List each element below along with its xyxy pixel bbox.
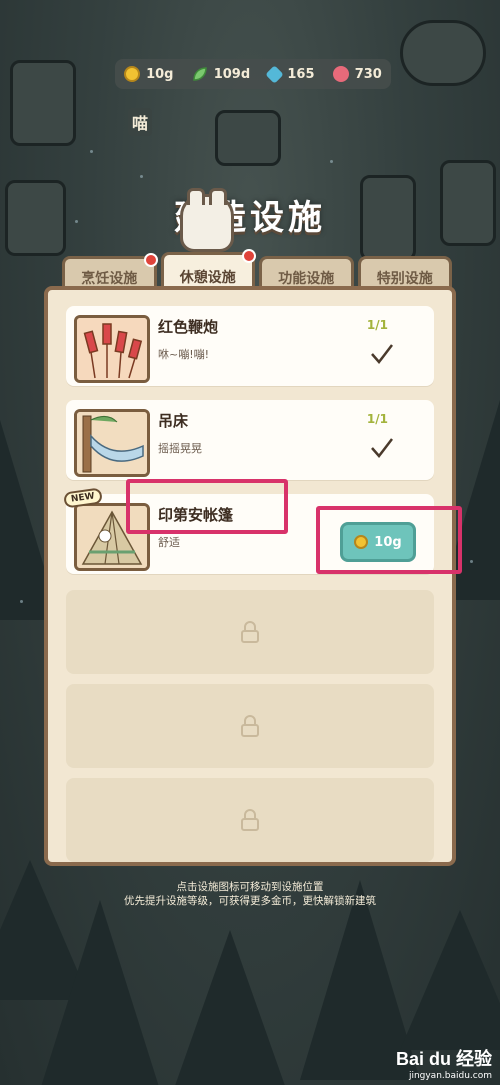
resource-bar: 10g 109d 165 730 (115, 59, 391, 89)
sparkle (470, 560, 473, 563)
facility-name: 吊床 (158, 412, 189, 430)
lock-icon (241, 809, 259, 831)
facility-description: 舒适 (158, 536, 180, 549)
background-pot (400, 20, 486, 86)
resource-gems: 165 (265, 64, 315, 84)
cat-mascot-icon (180, 188, 234, 252)
background-decoration (10, 60, 76, 146)
background-tree (170, 930, 290, 1085)
resource-coins: 10g (124, 66, 174, 82)
leaf-icon (192, 66, 208, 82)
resource-value: 10g (146, 66, 174, 82)
watermark: Bai du 经验 jingyan.baidu.com (396, 1045, 492, 1081)
facility-list-panel: 红色鞭炮 咻~嘣!嘣! 1/1 吊床 摇摇晃晃 1/1 NEW 印第安帐篷 舒适… (44, 286, 456, 866)
hammock-icon[interactable] (74, 409, 150, 477)
sparkle (140, 175, 143, 178)
resource-hearts: 730 (332, 66, 382, 82)
facility-name: 红色鞭炮 (158, 318, 219, 336)
background-chest (215, 110, 281, 166)
hint-line: 优先提升设施等级，可获得更多金币，更快解锁新建筑 (124, 895, 376, 907)
sparkle (330, 160, 333, 163)
background-tree (40, 900, 160, 1085)
sparkle (20, 600, 23, 603)
facility-count: 1/1 (366, 412, 388, 426)
lock-icon (241, 715, 259, 737)
facility-description: 咻~嘣!嘣! (158, 348, 210, 361)
locked-slot (66, 778, 434, 862)
tab-label: 特别设施 (376, 270, 433, 287)
facility-count: 1/1 (366, 318, 388, 332)
baidu-jingyan-logo: Bai du 经验 (395, 1049, 492, 1069)
resource-value: 730 (354, 66, 382, 82)
resource-value: 165 (287, 66, 315, 82)
facility-list: 红色鞭炮 咻~嘣!嘣! 1/1 吊床 摇摇晃晃 1/1 NEW 印第安帐篷 舒适… (62, 302, 438, 862)
firecracker-icon[interactable] (74, 315, 150, 383)
resource-value: 109d (213, 66, 251, 82)
highlight-box-name (126, 479, 288, 534)
tab-label: 功能设施 (278, 270, 335, 287)
lock-icon (241, 621, 259, 643)
resource-leaves: 109d (192, 66, 250, 82)
background-tree (400, 910, 500, 1050)
tab-label: 休憩设施 (179, 270, 236, 286)
checkmark-icon (371, 438, 393, 458)
background-sign: 喵 (128, 108, 153, 136)
hint-text: 点击设施图标可移动到设施位置 优先提升设施等级，可获得更多金币，更快解锁新建筑 (0, 880, 500, 908)
highlight-box-price (316, 506, 462, 574)
coin-icon (124, 66, 141, 82)
facility-description: 摇摇晃晃 (158, 442, 202, 455)
notification-dot-icon (242, 249, 256, 263)
sparkle (90, 150, 93, 153)
page-title: 建造设施 (174, 198, 326, 238)
facility-card-firecracker[interactable]: 红色鞭炮 咻~嘣!嘣! 1/1 (66, 306, 434, 386)
checkmark-icon (371, 344, 393, 364)
watermark-url: jingyan.baidu.com (408, 1071, 492, 1081)
heart-icon (332, 66, 349, 82)
locked-slot (66, 590, 434, 674)
notification-dot-icon (143, 253, 158, 267)
locked-slot (66, 684, 434, 768)
tab-label: 烹饪设施 (81, 270, 138, 287)
gem-icon (265, 64, 285, 84)
hint-line: 点击设施图标可移动到设施位置 (176, 881, 324, 893)
facility-card-hammock[interactable]: 吊床 摇摇晃晃 1/1 (66, 400, 434, 480)
